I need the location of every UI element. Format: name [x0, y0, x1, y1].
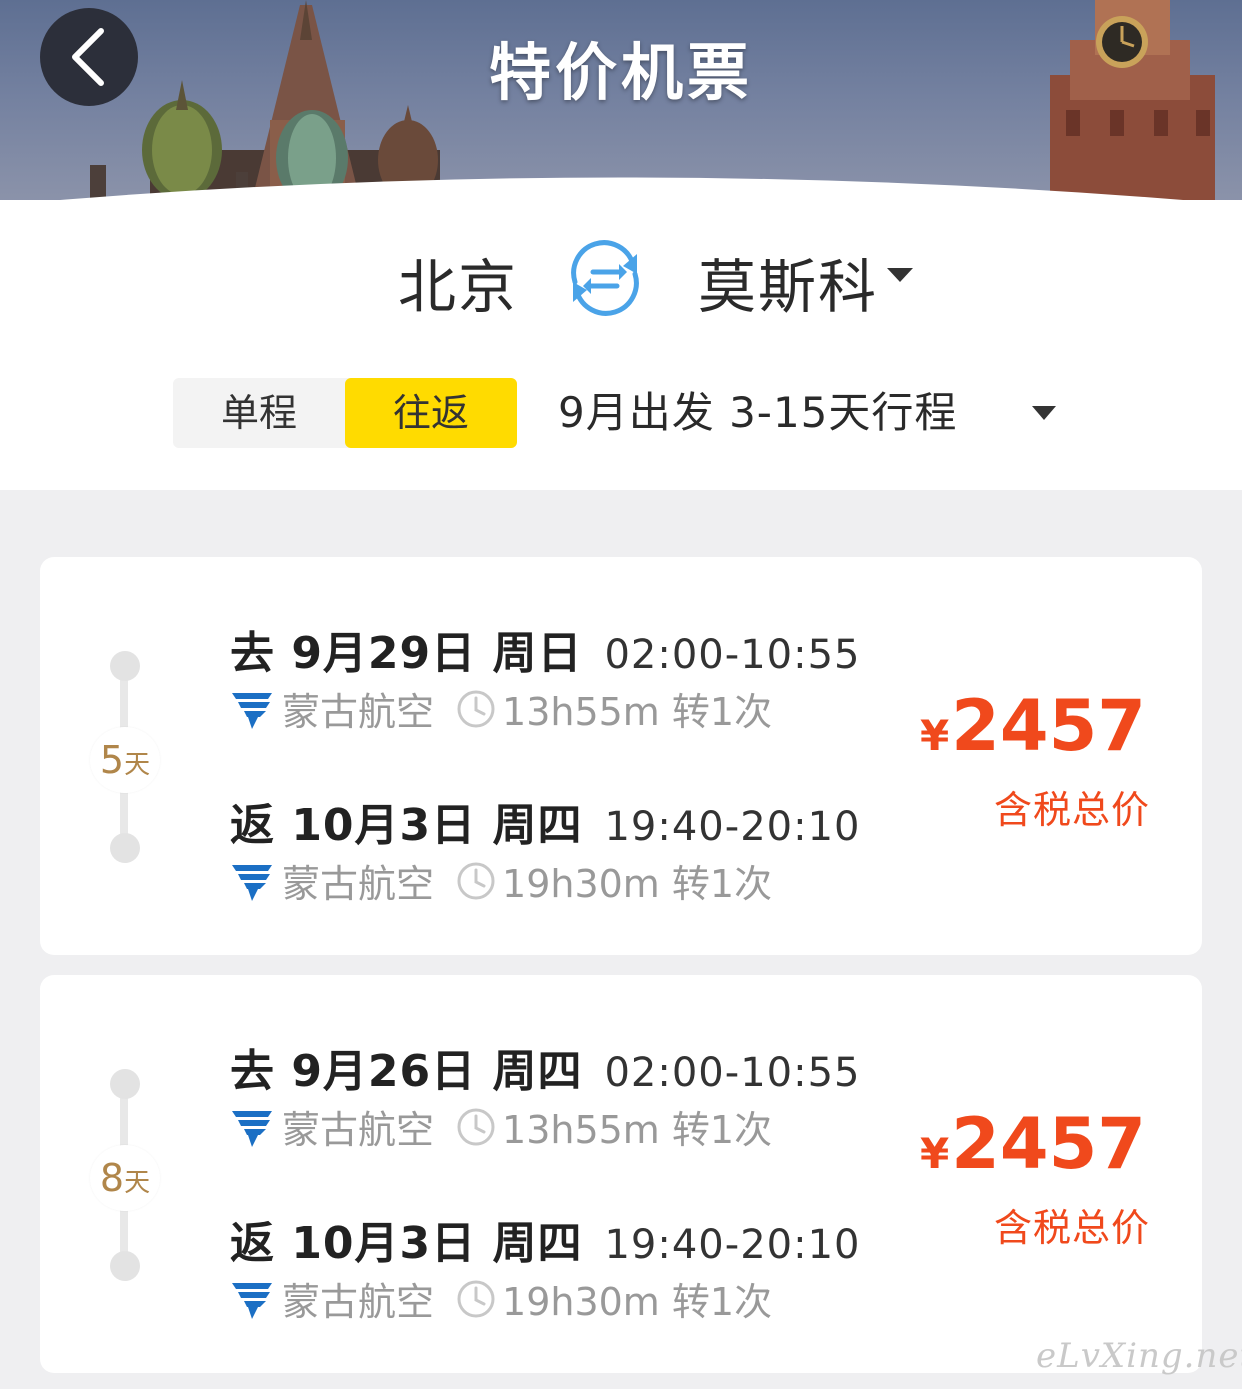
airline-name: 蒙古航空	[282, 1280, 435, 1324]
outbound-time: 02:00-10:55	[604, 1050, 861, 1096]
flight-card[interactable]: 8天 去 9月26日 周四 02:00-10:55 蒙古航空 13h55m 转1次…	[40, 975, 1202, 1373]
flight-duration: 19h30m 转1次	[502, 1280, 773, 1324]
return-leg-heading: 返 10月3日 周四 19:40-20:10	[230, 1218, 861, 1269]
outbound-leg-info: 蒙古航空 13h55m 转1次	[230, 1099, 772, 1154]
outbound-time: 02:00-10:55	[604, 632, 861, 678]
return-leg-info: 蒙古航空 19h30m 转1次	[230, 1271, 772, 1326]
date-range-filter[interactable]: 9月出发 3-15天行程	[558, 378, 957, 448]
clock-icon	[457, 862, 495, 899]
outbound-leg-heading: 去 9月26日 周四 02:00-10:55	[230, 1046, 861, 1097]
timeline-dot	[110, 651, 140, 681]
airline-name: 蒙古航空	[282, 862, 435, 906]
return-time: 19:40-20:10	[604, 804, 861, 850]
price-label: 含税总价	[993, 1206, 1150, 1250]
origin-city[interactable]: 北京	[398, 240, 518, 324]
airline-name: 蒙古航空	[282, 1108, 435, 1152]
one-way-option[interactable]: 单程	[173, 378, 345, 448]
airline-logo-icon	[232, 1282, 272, 1319]
timeline-dot	[110, 1069, 140, 1099]
route-selector: 北京 莫斯科 单程 往返 9月出发 3-15天行程	[0, 200, 1242, 490]
clock-icon	[457, 1280, 495, 1317]
caret-down-icon[interactable]	[887, 268, 913, 284]
swap-icon[interactable]	[563, 236, 647, 320]
watermark: eLvXing.net	[1036, 1336, 1242, 1376]
trip-days-badge: 8天	[90, 1145, 160, 1211]
timeline-dot	[110, 1251, 140, 1281]
clock-icon	[457, 690, 495, 727]
flight-card[interactable]: 5天 去 9月29日 周日 02:00-10:55 蒙古航空 13h55m 转1次…	[40, 557, 1202, 955]
clock-icon	[457, 1108, 495, 1145]
airline-name: 蒙古航空	[282, 690, 435, 734]
airline-logo-icon	[232, 864, 272, 901]
price: ¥2457	[919, 1103, 1146, 1185]
trip-days-badge: 5天	[90, 727, 160, 793]
caret-down-icon[interactable]	[1032, 406, 1056, 422]
price: ¥2457	[919, 685, 1146, 767]
airline-logo-icon	[232, 692, 272, 729]
flight-duration: 13h55m 转1次	[502, 690, 773, 734]
flight-duration: 13h55m 转1次	[502, 1108, 773, 1152]
header-banner: 特价机票	[0, 0, 1242, 215]
timeline-dot	[110, 833, 140, 863]
outbound-leg-heading: 去 9月29日 周日 02:00-10:55	[230, 628, 861, 679]
return-leg-info: 蒙古航空 19h30m 转1次	[230, 853, 772, 908]
trip-type-toggle: 单程 往返	[173, 378, 517, 448]
page-title: 特价机票	[488, 36, 753, 109]
destination-city[interactable]: 莫斯科	[698, 240, 878, 324]
outbound-leg-info: 蒙古航空 13h55m 转1次	[230, 681, 772, 736]
flight-duration: 19h30m 转1次	[502, 862, 773, 906]
return-leg-heading: 返 10月3日 周四 19:40-20:10	[230, 800, 861, 851]
airline-logo-icon	[232, 1110, 272, 1147]
price-label: 含税总价	[993, 788, 1150, 832]
return-time: 19:40-20:10	[604, 1222, 861, 1268]
round-trip-option[interactable]: 往返	[345, 378, 517, 448]
